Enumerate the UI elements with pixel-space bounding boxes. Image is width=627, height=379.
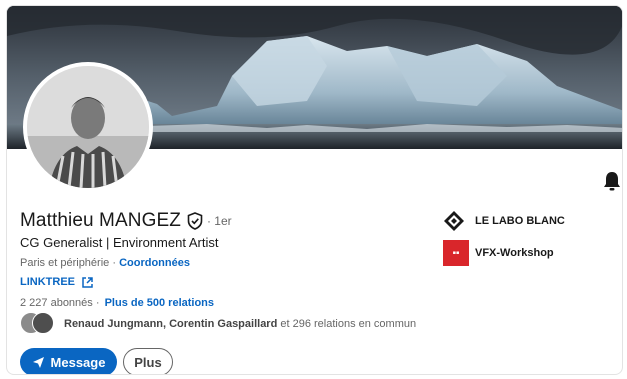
avatar [32,312,54,334]
location-text: Paris et périphérie [20,257,110,269]
location-separator: · [109,257,120,269]
followers-line: 2 227 abonnés · Plus de 500 relations [20,297,214,309]
profile-location: Paris et périphérie · Coordonnées [20,257,190,269]
profile-name: Matthieu MANGEZ [20,210,181,231]
mutual-count-text: et 296 relations en commun [277,318,417,330]
followers-separator: · [92,297,103,309]
followers-count: 2 227 abonnés [20,297,93,309]
mutual-avatars [20,312,58,336]
diamond-logo-icon [444,211,464,231]
mutual-names: Renaud Jungmann, Corentin Gaspaillard [64,318,278,330]
mutual-connections[interactable]: Renaud Jungmann, Corentin Gaspaillard et… [20,312,416,336]
connections-link[interactable]: Plus de 500 relations [105,297,214,309]
profile-headline: CG Generalist | Environment Artist [20,235,219,250]
organization-name: VFX-Workshop [475,247,554,259]
website-link[interactable]: LINKTREE [20,276,93,288]
profile-avatar[interactable] [23,62,153,192]
organization-vfx-workshop[interactable]: ▪▪ VFX-Workshop [443,240,554,266]
organization-name: LE LABO BLANC [475,215,565,227]
website-link-label: LINKTREE [20,276,75,288]
external-link-icon [82,276,93,288]
profile-card: Matthieu MANGEZ · 1er CG Generalist | En… [6,5,623,375]
connection-degree: · 1er [206,214,232,228]
more-button-label: Plus [134,354,162,370]
message-button-label: Message [50,354,106,370]
more-button[interactable]: Plus [123,348,173,374]
vfx-workshop-logo-icon: ▪▪ [443,240,469,266]
bell-icon[interactable] [603,171,621,191]
profile-photo [27,66,149,188]
paper-plane-icon [32,356,44,368]
name-row: Matthieu MANGEZ · 1er [20,210,232,232]
contact-info-link[interactable]: Coordonnées [119,257,190,269]
shield-check-icon[interactable] [187,212,203,230]
organization-le-labo-blanc[interactable]: LE LABO BLANC [443,210,565,232]
message-button[interactable]: Message [20,348,117,374]
